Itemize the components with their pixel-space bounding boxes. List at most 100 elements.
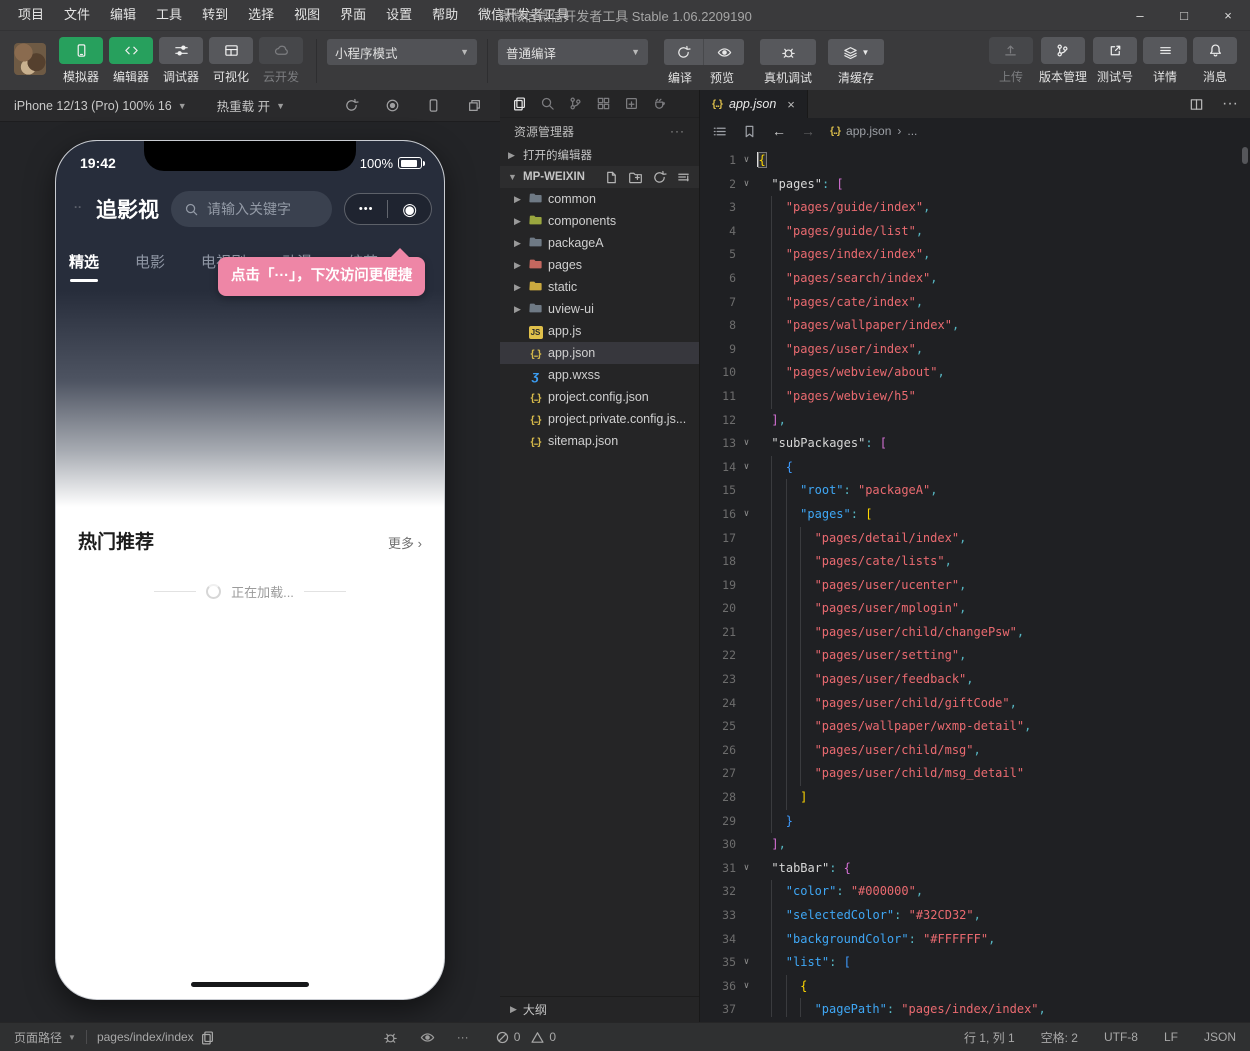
code-text: "pages/guide/index", <box>757 196 1250 220</box>
simulator-button[interactable]: 模拟器 <box>59 37 103 85</box>
tree-item-app.js[interactable]: JSapp.js <box>500 320 699 342</box>
tab-app-json[interactable]: {..} app.json × <box>700 90 808 118</box>
tree-item-common[interactable]: ▶common <box>500 188 699 210</box>
search-icon[interactable] <box>540 96 555 111</box>
scrollbar-thumb[interactable] <box>1242 147 1248 164</box>
menu-item[interactable]: 转到 <box>192 0 238 30</box>
line-number: 24 <box>700 692 736 716</box>
tab-电影[interactable]: 电影 <box>135 251 165 282</box>
clear-cache-button[interactable]: ▼ <box>828 39 884 65</box>
menu-item[interactable]: 文件 <box>54 0 100 30</box>
tea-icon[interactable] <box>652 96 667 111</box>
remote-debug-button[interactable] <box>760 39 816 65</box>
debugger-button[interactable]: 调试器 <box>159 37 203 85</box>
editor-button[interactable]: 编辑器 <box>109 37 153 85</box>
tree-item-pages[interactable]: ▶pages <box>500 254 699 276</box>
maximize-button[interactable]: □ <box>1162 0 1206 30</box>
outline-list-icon[interactable] <box>712 124 727 139</box>
branch-icon[interactable] <box>568 96 583 111</box>
tree-item-uview-ui[interactable]: ▶uview-ui <box>500 298 699 320</box>
fold-chevron-icon[interactable]: ∨ <box>736 432 757 456</box>
tree-item-project.config.json[interactable]: {..}project.config.json <box>500 386 699 408</box>
refresh-icon[interactable] <box>652 170 667 185</box>
tree-item-sitemap.json[interactable]: {..}sitemap.json <box>500 430 699 452</box>
eol-type[interactable]: LF <box>1164 1029 1178 1046</box>
hot-reload-selector[interactable]: 热重载 开 ▼ <box>217 96 285 115</box>
tree-item-app.wxss[interactable]: ʒapp.wxss <box>500 364 699 386</box>
testid-button[interactable]: 测试号 <box>1093 37 1137 85</box>
tree-item-static[interactable]: ▶static <box>500 276 699 298</box>
minimize-button[interactable]: – <box>1118 0 1162 30</box>
fold-chevron-icon[interactable]: ∨ <box>736 503 757 527</box>
outline-section[interactable]: ▶ 大纲 <box>500 996 699 1022</box>
windows-icon[interactable] <box>467 98 482 113</box>
close-icon[interactable]: × <box>787 97 795 112</box>
menu-item[interactable]: 帮助 <box>422 0 468 30</box>
messages-button[interactable]: 消息 <box>1193 37 1237 85</box>
files-icon[interactable] <box>512 96 527 111</box>
compile-button[interactable] <box>664 39 704 65</box>
search-input[interactable]: 请输入关键字 <box>171 191 332 227</box>
mode-dropdown[interactable]: 小程序模式 ▼ <box>327 39 477 65</box>
code-line-28: 28] <box>700 786 1250 810</box>
page-path-selector[interactable]: 页面路径 ▼ <box>14 1029 76 1046</box>
close-target-button[interactable]: ◉ <box>402 201 417 218</box>
collapse-icon[interactable] <box>676 170 691 185</box>
split-editor-icon[interactable] <box>1189 97 1204 112</box>
device-icon[interactable] <box>426 98 441 113</box>
copy-icon[interactable] <box>200 1030 215 1045</box>
more-menu-button[interactable]: ••• <box>359 203 374 215</box>
visual-button[interactable]: 可视化 <box>209 37 253 85</box>
open-editors-section[interactable]: ▶ 打开的编辑器 <box>500 144 699 166</box>
encoding[interactable]: UTF-8 <box>1104 1029 1138 1046</box>
details-button[interactable]: 详情 <box>1143 37 1187 85</box>
tree-item-packageA[interactable]: ▶packageA <box>500 232 699 254</box>
explorer-more-button[interactable]: ··· <box>670 124 685 138</box>
code-editor[interactable]: 1∨{2∨"pages": [3"pages/guide/index",4"pa… <box>700 144 1250 1017</box>
refresh-icon[interactable] <box>344 98 359 113</box>
menu-item[interactable]: 编辑 <box>100 0 146 30</box>
fold-chevron-icon[interactable]: ∨ <box>736 149 757 173</box>
back-button[interactable]: ← <box>772 123 786 139</box>
language-mode[interactable]: JSON <box>1204 1029 1236 1046</box>
tree-item-project.private.config.js...[interactable]: {..}project.private.config.js... <box>500 408 699 430</box>
fold-chevron-icon[interactable]: ∨ <box>736 857 757 881</box>
menu-item[interactable]: 选择 <box>238 0 284 30</box>
preview-button[interactable] <box>704 39 744 65</box>
close-button[interactable]: × <box>1206 0 1250 30</box>
indentation[interactable]: 空格: 2 <box>1041 1029 1078 1046</box>
statusbar-more-button[interactable]: ··· <box>457 1030 469 1044</box>
menu-item[interactable]: 工具 <box>146 0 192 30</box>
more-link[interactable]: 更多 › <box>388 533 422 552</box>
debug-icon[interactable] <box>383 1030 398 1045</box>
problems-indicator[interactable]: 0 0 <box>495 1030 556 1045</box>
newfolder-icon[interactable] <box>628 170 643 185</box>
compile-mode-dropdown[interactable]: 普通编译 ▼ <box>498 39 648 65</box>
eye-icon[interactable] <box>420 1030 435 1045</box>
project-root-section[interactable]: ▼ MP-WEIXIN <box>500 166 699 188</box>
menu-item[interactable]: 设置 <box>376 0 422 30</box>
version-button[interactable]: 版本管理 <box>1039 37 1087 85</box>
fold-chevron-icon[interactable]: ∨ <box>736 975 757 999</box>
menu-item[interactable]: 视图 <box>284 0 330 30</box>
breadcrumb-file[interactable]: app.json <box>846 124 891 138</box>
forward-button[interactable]: → <box>801 123 815 139</box>
tree-item-app.json[interactable]: {..}app.json <box>500 342 699 364</box>
newfile-icon[interactable] <box>604 170 619 185</box>
fold-chevron-icon[interactable]: ∨ <box>736 951 757 975</box>
editor-more-button[interactable]: ··· <box>1222 95 1238 113</box>
avatar[interactable] <box>14 43 46 75</box>
tree-item-components[interactable]: ▶components <box>500 210 699 232</box>
bookmark-icon[interactable] <box>742 124 757 139</box>
cursor-position[interactable]: 行 1, 列 1 <box>964 1029 1015 1046</box>
menu-item[interactable]: 项目 <box>8 0 54 30</box>
fold-chevron-icon[interactable]: ∨ <box>736 456 757 480</box>
grid-icon[interactable] <box>596 96 611 111</box>
fold-chevron-icon[interactable]: ∨ <box>736 173 757 197</box>
package-icon[interactable] <box>624 96 639 111</box>
device-selector[interactable]: iPhone 12/13 (Pro) 100% 16 ▼ <box>14 99 187 113</box>
tab-精选[interactable]: 精选 <box>69 251 99 282</box>
breadcrumb-more[interactable]: ... <box>907 124 917 138</box>
record-icon[interactable] <box>385 98 400 113</box>
menu-item[interactable]: 界面 <box>330 0 376 30</box>
